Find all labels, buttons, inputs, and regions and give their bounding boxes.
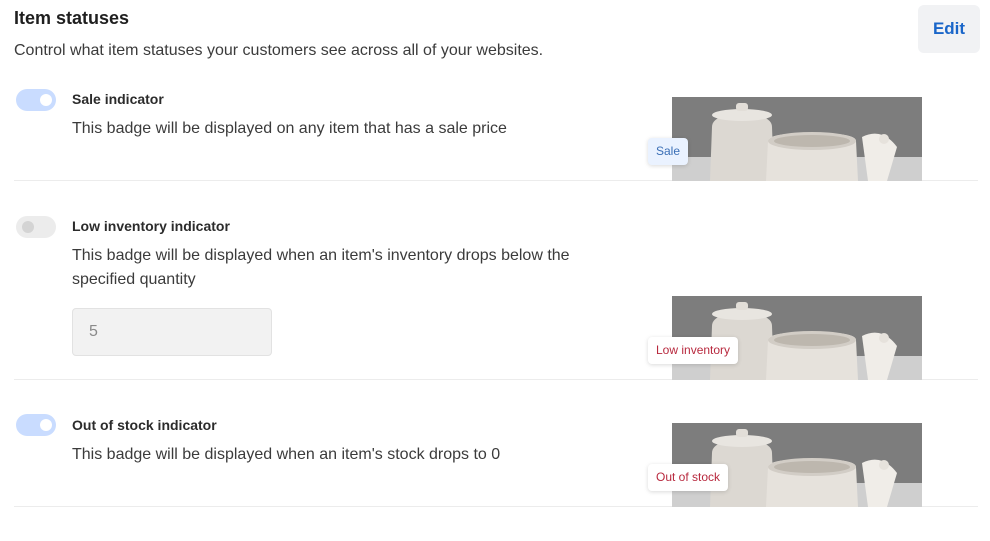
sale-badge: Sale (648, 138, 689, 165)
out-of-stock-title: Out of stock indicator (72, 417, 217, 433)
sale-indicator-title: Sale indicator (72, 91, 164, 107)
low-inventory-quantity-input[interactable] (72, 308, 272, 356)
status-row-low-inventory: Low inventory indicator This badge will … (14, 181, 978, 380)
page-subtitle: Control what item statuses your customer… (14, 42, 544, 59)
out-of-stock-description: This badge will be displayed when an ite… (72, 446, 501, 463)
status-row-sale: Sale indicator This badge will be displa… (14, 80, 978, 181)
toggle-knob (22, 221, 34, 233)
low-inventory-badge: Low inventory (648, 337, 739, 364)
low-inventory-description: This badge will be displayed when an ite… (72, 247, 570, 288)
low-inventory-title: Low inventory indicator (72, 218, 230, 234)
toggle-knob (40, 419, 52, 431)
low-inventory-toggle[interactable] (16, 216, 56, 238)
sale-indicator-description: This badge will be displayed on any item… (72, 120, 507, 137)
edit-button[interactable]: Edit (918, 5, 980, 53)
out-of-stock-badge: Out of stock (648, 464, 729, 491)
sale-preview-image (672, 97, 922, 181)
sale-indicator-toggle[interactable] (16, 89, 56, 111)
status-row-out-of-stock: Out of stock indicator This badge will b… (14, 380, 978, 507)
toggle-knob (40, 94, 52, 106)
page-title: Item statuses (14, 8, 130, 28)
out-of-stock-toggle[interactable] (16, 414, 56, 436)
